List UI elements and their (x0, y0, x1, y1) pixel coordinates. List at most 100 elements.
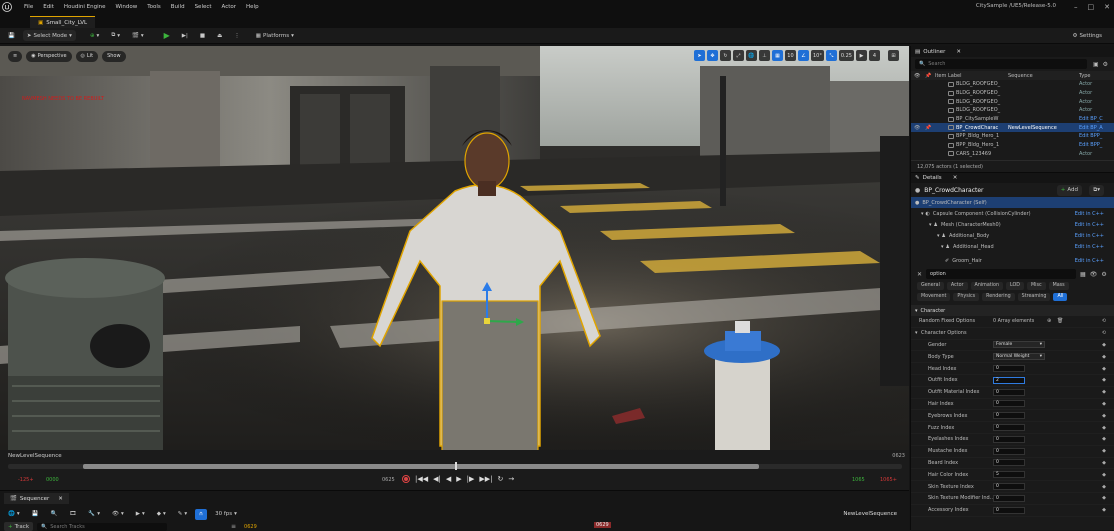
menu-edit[interactable]: Edit (43, 4, 54, 10)
outliner-row[interactable]: BLDG_ROOFGEO_ Actor (911, 80, 1114, 89)
property-input[interactable]: 0 (993, 447, 1025, 455)
record-button[interactable] (402, 475, 410, 483)
column-item-label[interactable]: Item Label (935, 73, 961, 79)
component-row[interactable]: ▾ ◐ Capsule Component (CollisionCylinder… (911, 208, 1114, 219)
menu-build[interactable]: Build (171, 4, 185, 10)
row-type[interactable]: Edit BPP_ (1079, 142, 1102, 148)
clear-filter-icon[interactable]: ✕ (917, 271, 922, 278)
menu-select[interactable]: Select (195, 4, 212, 10)
keyframe-icon[interactable]: ◆ (1102, 495, 1106, 501)
frame-box[interactable]: 0629 (244, 524, 257, 530)
stop-button[interactable]: ■ (196, 30, 209, 41)
save-sequence-button[interactable]: 💾 (28, 509, 43, 520)
prev-key-icon[interactable]: ◀| (433, 475, 441, 483)
maximize-icon[interactable]: □ (1088, 3, 1095, 11)
outliner-row[interactable]: CARS_123469 Actor (911, 150, 1114, 159)
keyframe-icon[interactable]: ◆ (1102, 425, 1106, 431)
eject-button[interactable]: ⏏ (213, 30, 226, 41)
track-search-input[interactable]: 🔍 Search Tracks (37, 522, 168, 531)
column-sequence[interactable]: Sequence (1008, 73, 1033, 79)
current-frame[interactable]: 0625 (382, 477, 395, 483)
rotation-snap-value[interactable]: 10° (810, 50, 824, 61)
outliner-row[interactable]: BP_CitySampleW Edit BP_C (911, 115, 1114, 124)
world-options-button[interactable]: 🌐 ▾ (4, 509, 24, 520)
play-button[interactable]: ▶ (160, 30, 174, 41)
layout-icon[interactable]: ⊞ (888, 50, 899, 61)
menu-help[interactable]: Help (246, 4, 259, 10)
settings-button[interactable]: ⚙ Settings (1069, 30, 1107, 41)
property-input[interactable]: 0 (993, 365, 1025, 373)
menu-file[interactable]: File (24, 4, 33, 10)
loop-icon[interactable]: ↻ (498, 475, 504, 483)
select-mode-button[interactable]: ➤ Select Mode ▾ (22, 30, 76, 41)
next-key-icon[interactable]: |▶ (467, 475, 475, 483)
component-row[interactable]: ▾ ♟ Additional_Body Edit in C++ (911, 230, 1114, 241)
fps-dropdown[interactable]: 30 fps ▾ (211, 509, 241, 520)
translate-tool-icon[interactable]: ✥ (706, 50, 718, 61)
property-input[interactable]: 0 (993, 494, 1025, 502)
close-icon[interactable]: ✕ (953, 175, 958, 181)
keyframe-icon[interactable]: ◆ (1102, 448, 1106, 454)
cinematics-button[interactable]: 🎬 ▾ (128, 30, 148, 41)
scale-snap-value[interactable]: 0.25 (838, 50, 854, 61)
menu-houdini-engine[interactable]: Houdini Engine (64, 4, 106, 10)
edit-in-cpp-link[interactable]: Edit in C++ (1075, 222, 1104, 228)
filter-misc[interactable]: Misc (1026, 281, 1046, 290)
play-options-button[interactable]: ⋮ (230, 30, 244, 41)
filter-general[interactable]: General (917, 281, 944, 290)
step-button[interactable]: ▶| (178, 30, 192, 41)
keyframe-icon[interactable]: ◆ (1102, 389, 1106, 395)
minimize-icon[interactable]: – (1074, 3, 1078, 11)
viewport-options-button[interactable]: ≡ (8, 50, 23, 62)
blueprint-options-button[interactable]: ⧉▾ (1089, 184, 1104, 196)
eye-icon[interactable]: 👁 (914, 125, 920, 131)
gear-icon[interactable]: ⚙ (1101, 271, 1106, 278)
close-icon[interactable]: ✕ (956, 49, 961, 55)
filter-lod[interactable]: LOD (1006, 281, 1024, 290)
scale-tool-icon[interactable]: ⤢ (732, 50, 744, 61)
keyframe-icon[interactable]: ◆ (1102, 366, 1106, 372)
play-reverse-icon[interactable]: ◀ (446, 475, 451, 483)
keyframe-icon[interactable]: ◆ (1102, 484, 1106, 490)
property-input[interactable]: 0 (993, 424, 1025, 432)
property-input[interactable]: 0 (993, 483, 1025, 491)
collapse-arrow-icon[interactable]: ▾ (941, 244, 944, 250)
filter-actor[interactable]: Actor (946, 281, 968, 290)
filter-rendering[interactable]: Rendering (982, 292, 1015, 301)
keyframe-icon[interactable]: ◆ (1102, 460, 1106, 466)
menu-window[interactable]: Window (116, 4, 138, 10)
rotate-tool-icon[interactable]: ↻ (719, 50, 731, 61)
property-input[interactable]: 0 (993, 412, 1025, 420)
tools-button[interactable]: 🔧 ▾ (84, 509, 104, 520)
property-input[interactable]: 0 (993, 388, 1025, 396)
keyframe-icon[interactable]: ◆ (1102, 436, 1106, 442)
menu-actor[interactable]: Actor (222, 4, 236, 10)
playback-options-button[interactable]: ▶ ▾ (132, 509, 149, 520)
property-input[interactable]: 0 (993, 506, 1025, 514)
keyframe-icon[interactable]: ◆ (1102, 401, 1106, 407)
trash-icon[interactable]: 🗑 (1057, 318, 1063, 324)
add-component-button[interactable]: + Add (1056, 184, 1082, 196)
filter-icon[interactable]: ≡ (231, 523, 236, 530)
scrub-bar[interactable] (8, 462, 902, 470)
outliner-search-input[interactable]: 🔍 Search (915, 59, 1087, 69)
find-button[interactable]: 🔍 (46, 509, 61, 520)
playhead[interactable] (455, 462, 457, 470)
world-space-icon[interactable]: 🌐 (745, 50, 757, 61)
close-icon[interactable]: ✕ (1104, 3, 1110, 11)
component-row[interactable]: ✐ Groom_Hair Edit in C++ (911, 255, 1114, 266)
rotation-snap-icon[interactable]: ∠ (797, 50, 809, 61)
keyframe-icon[interactable]: ◆ (1102, 507, 1106, 513)
outliner-row[interactable]: BPP_Bldg_Hero_1 Edit BPP_ (911, 141, 1114, 150)
add-content-button[interactable]: ⊕ ▾ (86, 30, 103, 41)
filter-mass[interactable]: Mass (1048, 281, 1069, 290)
keyframe-icon[interactable]: ◆ (1102, 377, 1106, 383)
unreal-logo-icon[interactable] (0, 0, 14, 14)
outliner-row-selected[interactable]: 👁 📌 BP_CrowdCharac NewLevelSequence Edit BP_… (911, 123, 1114, 133)
platforms-button[interactable]: ▦ Platforms ▾ (252, 30, 298, 41)
tab-sequencer[interactable]: 🎬 Sequencer ✕ (4, 493, 69, 504)
save-button[interactable]: 💾 (4, 30, 19, 41)
component-row[interactable]: ▾ ♟ Additional_Head Edit in C++ (911, 241, 1114, 252)
edit-in-cpp-link[interactable]: Edit in C++ (1075, 258, 1104, 264)
surface-snap-icon[interactable]: ⊥ (758, 50, 770, 61)
